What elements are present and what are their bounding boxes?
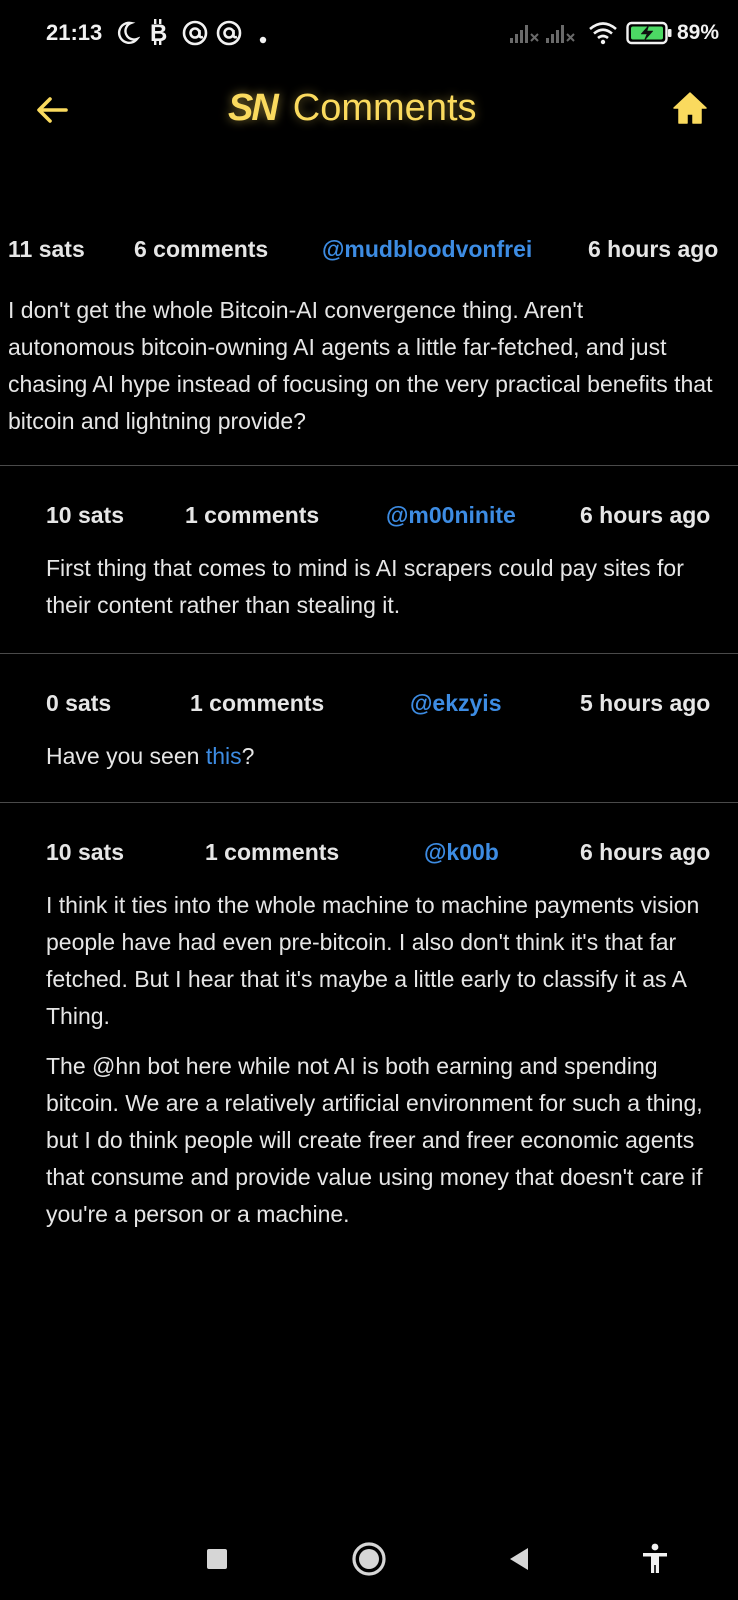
wifi-icon [588,21,618,50]
comment-meta: 11 sats 6 comments @mudbloodvonfrei 6 ho… [0,232,738,266]
bitcoin-icon: B [148,18,170,51]
sn-logo[interactable]: SN [228,87,279,130]
svg-text:B: B [150,20,167,46]
app-header: SN Comments [0,72,738,144]
system-nav-bar [0,1520,738,1600]
header-title: SN Comments [228,80,477,136]
comment-text-part: ? [241,743,255,769]
comment-text: I think it ties into the whole machine t… [46,892,700,1029]
author-link[interactable]: @ekzyis [410,690,501,717]
comments-count[interactable]: 1 comments [205,839,339,866]
comment-time: 6 hours ago [580,502,711,528]
accessibility-icon [643,1543,667,1573]
comment-text: Have you seen this? [46,738,716,775]
back-nav-button[interactable] [494,1534,544,1584]
status-bar: 21:13 B 89% [0,0,738,70]
comment-item: 11 sats 6 comments @mudbloodvonfrei 6 ho… [0,232,738,466]
square-recents-icon [207,1549,227,1569]
comments-count[interactable]: 1 comments [185,502,319,529]
comments-count[interactable]: 6 comments [134,236,268,263]
battery-charging-icon [626,21,674,50]
comment-time: 6 hours ago [580,839,711,865]
comment-text-part: Have you seen [46,743,206,769]
author-link[interactable]: @m00ninite [386,502,516,529]
triangle-back-icon [510,1548,528,1570]
comment-item: 0 sats 1 comments @ekzyis 5 hours ago Ha… [0,654,738,803]
dot-icon [259,31,267,49]
comment-text: The @hn bot here while not AI is both ea… [46,1053,703,1227]
circle-home-icon [352,1542,386,1576]
author-link[interactable]: @k00b [424,839,499,866]
comment-item: 10 sats 1 comments @m00ninite 6 hours ag… [0,466,738,654]
comment-meta: 10 sats 1 comments @k00b 6 hours ago [0,835,738,869]
comment-text: First thing that comes to mind is AI scr… [46,555,684,618]
at-icon [182,20,208,51]
comment-time: 5 hours ago [580,690,711,716]
comment-meta: 10 sats 1 comments @m00ninite 6 hours ag… [0,498,738,532]
sats-count[interactable]: 0 sats [46,690,111,717]
sats-count[interactable]: 10 sats [46,502,124,529]
moon-icon [116,20,141,51]
comment-time: 6 hours ago [588,236,719,262]
comments-count[interactable]: 1 comments [190,690,324,717]
home-button[interactable] [668,86,712,130]
home-icon [673,92,707,124]
comment-list: 11 sats 6 comments @mudbloodvonfrei 6 ho… [0,220,738,1283]
back-button[interactable] [30,88,74,132]
comment-meta: 0 sats 1 comments @ekzyis 5 hours ago [0,686,738,720]
sats-count[interactable]: 10 sats [46,839,124,866]
page-title: Comments [292,86,477,129]
sats-count[interactable]: 11 sats [8,236,85,263]
comment-text: I don't get the whole Bitcoin-AI converg… [8,297,713,434]
signal-icon [546,22,576,49]
author-link[interactable]: @mudbloodvonfrei [322,236,532,263]
battery-percent: 89% [677,21,720,44]
home-nav-button[interactable] [344,1534,394,1584]
signal-icon [510,22,540,49]
accessibility-button[interactable] [630,1534,680,1584]
status-time: 21:13 [46,20,103,45]
at-icon [216,20,242,51]
back-arrow-icon [37,97,68,123]
comment-item: 10 sats 1 comments @k00b 6 hours ago I t… [0,803,738,1283]
recents-button[interactable] [192,1534,242,1584]
inline-link[interactable]: this [206,743,242,769]
